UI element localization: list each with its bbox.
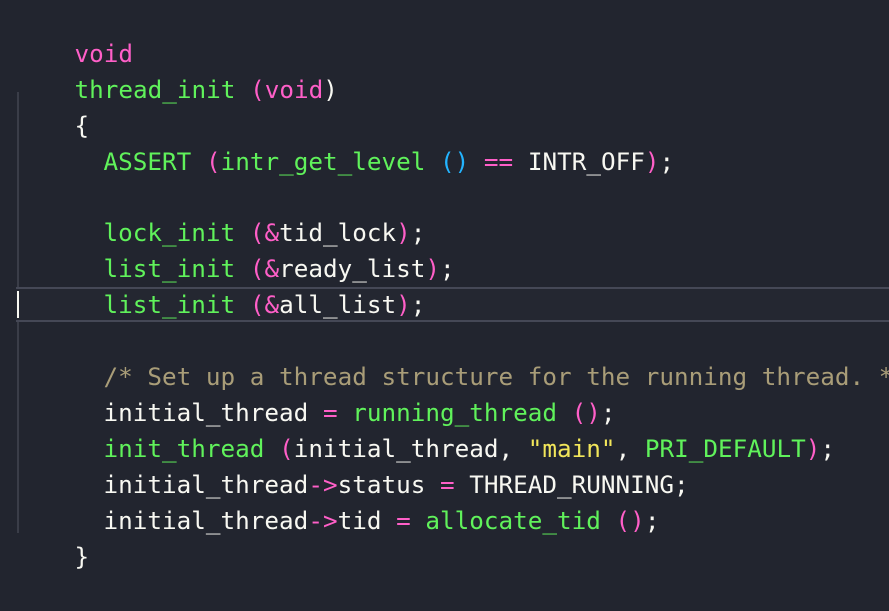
- param-keyword: void: [264, 75, 324, 104]
- code-line-11[interactable]: initial_thread = running_thread ();: [45, 359, 616, 427]
- variable: initial_thread: [103, 506, 309, 535]
- argument: all_list: [279, 290, 397, 319]
- close-paren: ): [805, 434, 821, 463]
- code-line-3[interactable]: {: [16, 72, 90, 140]
- semicolon: ;: [659, 147, 675, 176]
- arrow-operator: ->: [308, 506, 338, 535]
- code-line-8[interactable]: list_init (&all_list);: [45, 251, 426, 319]
- code-line-7[interactable]: list_init (&ready_list);: [45, 215, 455, 283]
- code-line-6[interactable]: lock_init (&tid_lock);: [45, 179, 426, 247]
- call-parens: (): [440, 147, 470, 176]
- code-line-10[interactable]: /* Set up a thread structure for the run…: [45, 323, 889, 391]
- open-paren: (: [250, 75, 265, 104]
- code-line-13[interactable]: initial_thread->status = THREAD_RUNNING;: [45, 431, 689, 499]
- close-paren: ): [644, 147, 660, 176]
- semicolon: ;: [820, 434, 836, 463]
- constant: INTR_OFF: [527, 147, 645, 176]
- function-call: list_init: [103, 290, 236, 319]
- close-paren: ): [323, 75, 338, 104]
- semicolon: ;: [674, 470, 689, 499]
- semicolon: ;: [440, 254, 455, 283]
- code-line-4[interactable]: ASSERT (intr_get_level () == INTR_OFF);: [45, 108, 675, 176]
- code-line-1[interactable]: void: [16, 0, 134, 68]
- open-paren: (: [249, 290, 265, 319]
- code-line-2[interactable]: thread_init (void): [16, 36, 338, 104]
- struct-field: tid: [337, 506, 382, 535]
- code-line-14[interactable]: initial_thread->tid = allocate_tid ();: [45, 467, 660, 535]
- semicolon: ;: [410, 290, 426, 319]
- function-name: thread_init: [74, 75, 236, 104]
- assert-call: ASSERT: [103, 147, 192, 176]
- close-paren: ): [396, 290, 411, 319]
- close-paren: ): [425, 254, 441, 283]
- address-operator: &: [264, 290, 280, 319]
- function-call: intr_get_level: [220, 147, 426, 176]
- assignment-operator: =: [381, 506, 426, 535]
- equality-operator: ==: [469, 147, 514, 176]
- open-paren: (: [205, 147, 221, 176]
- text-caret: [17, 291, 19, 318]
- function-call: allocate_tid: [425, 506, 601, 535]
- call-parens: (): [615, 506, 645, 535]
- code-line-15[interactable]: }: [16, 503, 90, 571]
- semicolon: ;: [644, 506, 660, 535]
- close-brace: }: [74, 542, 90, 571]
- code-editor[interactable]: void thread_init (void) { ASSERT (intr_g…: [0, 0, 889, 571]
- code-line-12[interactable]: init_thread (initial_thread, "main", PRI…: [45, 395, 836, 463]
